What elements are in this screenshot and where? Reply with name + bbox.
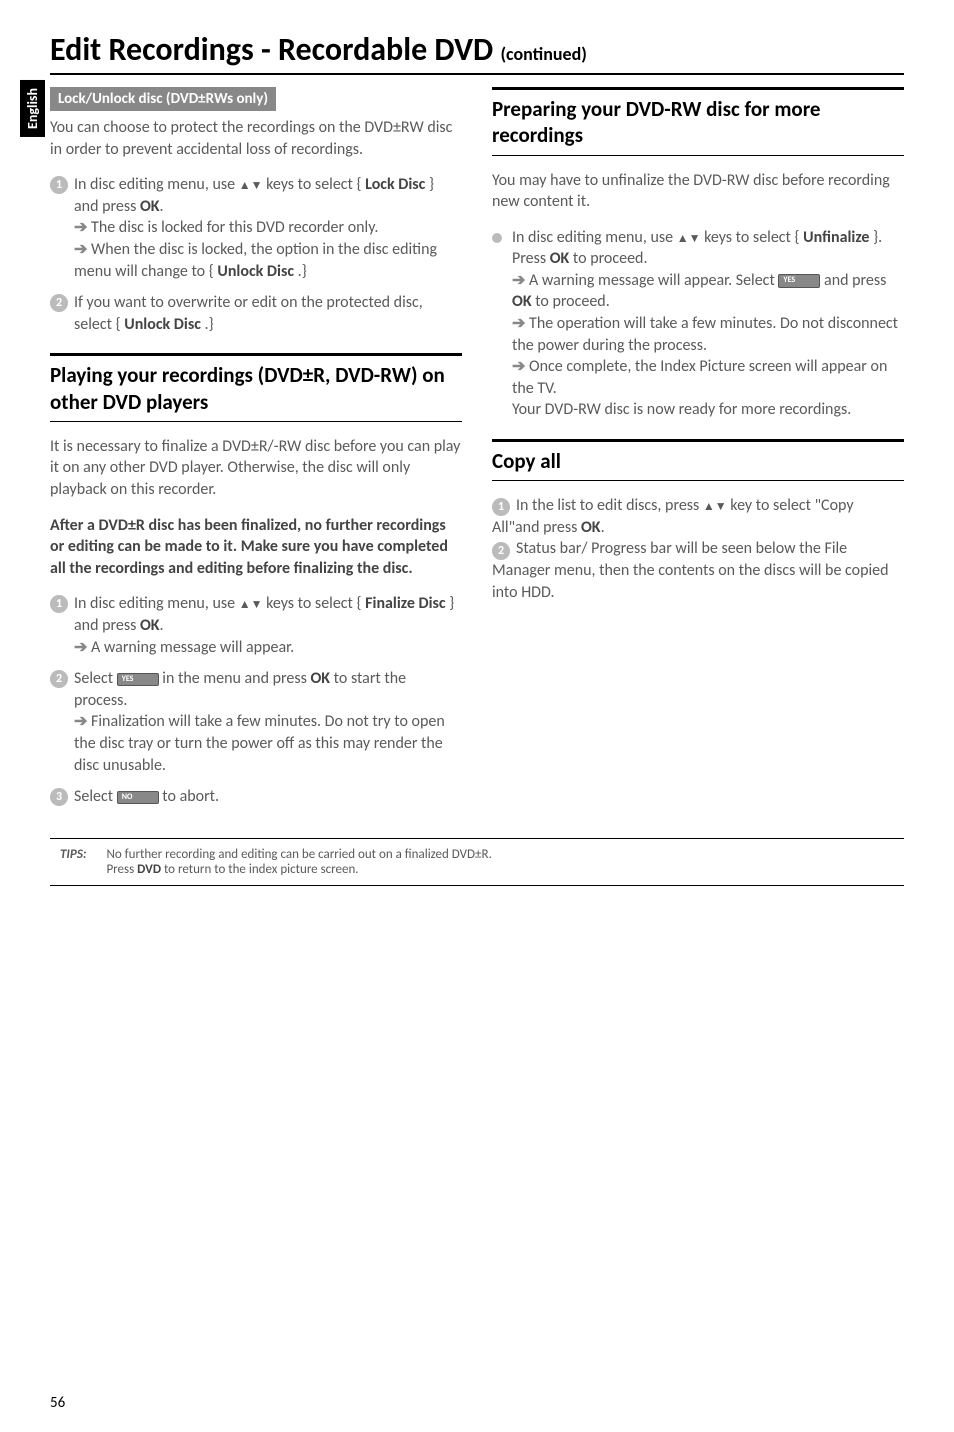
finalize-step-2: 2 Select YES in the menu and press OK to…	[50, 668, 462, 776]
play-bold: After a DVD±R disc has been finalized, n…	[50, 515, 462, 580]
text: in the menu and press	[159, 669, 311, 688]
text: OK	[140, 616, 160, 635]
text: OK	[310, 669, 330, 688]
finalize-step-2-content: Select YES in the menu and press OK to s…	[74, 668, 462, 776]
up-icon	[677, 228, 689, 247]
step-number-2: 2	[50, 670, 68, 688]
text: OK	[512, 292, 532, 311]
tips-text: No further recording and editing can be …	[106, 847, 491, 877]
prep-bullet: In disc editing menu, use keys to select…	[492, 227, 904, 421]
lock-step-1-content: In disc editing menu, use keys to select…	[74, 174, 462, 282]
copy-steps: 1In the list to edit discs, press key to…	[492, 495, 904, 603]
left-column: Lock/Unlock disc (DVD±RWs only) You can …	[50, 87, 462, 818]
tips-label: TIPS:	[60, 847, 86, 877]
text: to abort.	[159, 787, 219, 806]
text: Select	[74, 669, 117, 688]
text: to return to the index picture screen.	[161, 862, 359, 877]
text: Lock Disc	[365, 175, 425, 194]
text: In disc editing menu, use	[512, 228, 677, 247]
up-icon	[239, 175, 251, 194]
text: In the list to edit discs, press	[516, 496, 703, 515]
no-button: NO	[117, 791, 159, 805]
bullet-icon	[492, 233, 502, 243]
text: Press	[106, 862, 137, 877]
text: No further recording and editing can be …	[106, 847, 491, 862]
text: OK	[140, 197, 160, 216]
text: keys to select {	[262, 594, 365, 613]
text: keys to select {	[700, 228, 803, 247]
prep-bullet-content: In disc editing menu, use keys to select…	[512, 227, 904, 421]
language-tab: English	[20, 80, 45, 137]
finalize-step-1-content: In disc editing menu, use keys to select…	[74, 593, 462, 658]
text: Finalize Disc	[365, 594, 445, 613]
down-icon	[689, 228, 701, 247]
text: Your DVD-RW disc is now ready for more r…	[512, 400, 851, 419]
yes-button: YES	[117, 673, 159, 687]
play-intro: It is necessary to finalize a DVD±R/-RW …	[50, 436, 462, 501]
text: The disc is locked for this DVD recorder…	[87, 218, 378, 237]
finalize-step-1: 1 In disc editing menu, use keys to sele…	[50, 593, 462, 658]
lock-intro: You can choose to protect the recordings…	[50, 117, 462, 160]
arrow-icon: ➔	[512, 357, 525, 376]
main-title: Edit Recordings - Recordable DVD (contin…	[50, 30, 904, 75]
down-icon	[251, 175, 263, 194]
step-number-3: 3	[50, 788, 68, 806]
step-number-1: 1	[50, 595, 68, 613]
title-continued: (continued)	[500, 43, 586, 65]
text: OK	[581, 518, 601, 537]
text: A warning message will appear.	[87, 638, 294, 657]
play-heading: Playing your recordings (DVD±R, DVD-RW) …	[50, 353, 462, 422]
text: A warning message will appear. Select	[525, 271, 778, 290]
page-content: Edit Recordings - Recordable DVD (contin…	[0, 0, 954, 906]
text: keys to select {	[262, 175, 365, 194]
right-column: Preparing your DVD-RW disc for more reco…	[492, 87, 904, 818]
text: .}	[294, 262, 307, 281]
step-number-2: 2	[492, 542, 510, 560]
text: Select	[74, 787, 117, 806]
down-icon	[251, 594, 263, 613]
finalize-step-3-content: Select NO to abort.	[74, 786, 462, 808]
down-icon	[715, 496, 727, 515]
page-number: 56	[50, 1394, 65, 1412]
text: to proceed.	[532, 292, 610, 311]
lock-step-2-content: If you want to overwrite or edit on the …	[74, 292, 462, 335]
tips-box: TIPS: No further recording and editing c…	[50, 838, 904, 886]
lock-step-2: 2 If you want to overwrite or edit on th…	[50, 292, 462, 335]
text: OK	[550, 249, 570, 268]
arrow-icon: ➔	[74, 218, 87, 237]
prep-intro: You may have to unfinalize the DVD-RW di…	[492, 170, 904, 213]
arrow-icon: ➔	[74, 638, 87, 657]
arrow-icon: ➔	[74, 240, 87, 259]
up-icon	[703, 496, 715, 515]
prep-heading: Preparing your DVD-RW disc for more reco…	[492, 87, 904, 156]
up-icon	[239, 594, 251, 613]
lock-step-1: 1 In disc editing menu, use keys to sele…	[50, 174, 462, 282]
columns: Lock/Unlock disc (DVD±RWs only) You can …	[50, 87, 904, 818]
arrow-icon: ➔	[512, 271, 525, 290]
text: The operation will take a few minutes. D…	[512, 314, 898, 355]
arrow-icon: ➔	[74, 712, 87, 731]
yes-button: YES	[778, 274, 820, 288]
text: Unlock Disc	[124, 315, 201, 334]
text: .	[160, 197, 164, 216]
step-number-1: 1	[50, 176, 68, 194]
text: In disc editing menu, use	[74, 594, 239, 613]
text: Once complete, the Index Picture screen …	[512, 357, 887, 398]
text: Finalization will take a few minutes. Do…	[74, 712, 445, 774]
text: Status bar/ Progress bar will be seen be…	[492, 539, 889, 601]
title-text: Edit Recordings - Recordable DVD	[50, 30, 493, 69]
step-number-1: 1	[492, 498, 510, 516]
text: In disc editing menu, use	[74, 175, 239, 194]
text: Unfinalize	[803, 228, 869, 247]
finalize-step-3: 3 Select NO to abort.	[50, 786, 462, 808]
text: and press	[820, 271, 886, 290]
step-number-2: 2	[50, 294, 68, 312]
text: to proceed.	[569, 249, 647, 268]
copy-heading: Copy all	[492, 439, 904, 481]
text: .}	[201, 315, 214, 334]
arrow-icon: ➔	[512, 314, 525, 333]
text: Unlock Disc	[217, 262, 294, 281]
text: DVD	[137, 862, 161, 877]
lock-header: Lock/Unlock disc (DVD±RWs only)	[50, 87, 276, 111]
